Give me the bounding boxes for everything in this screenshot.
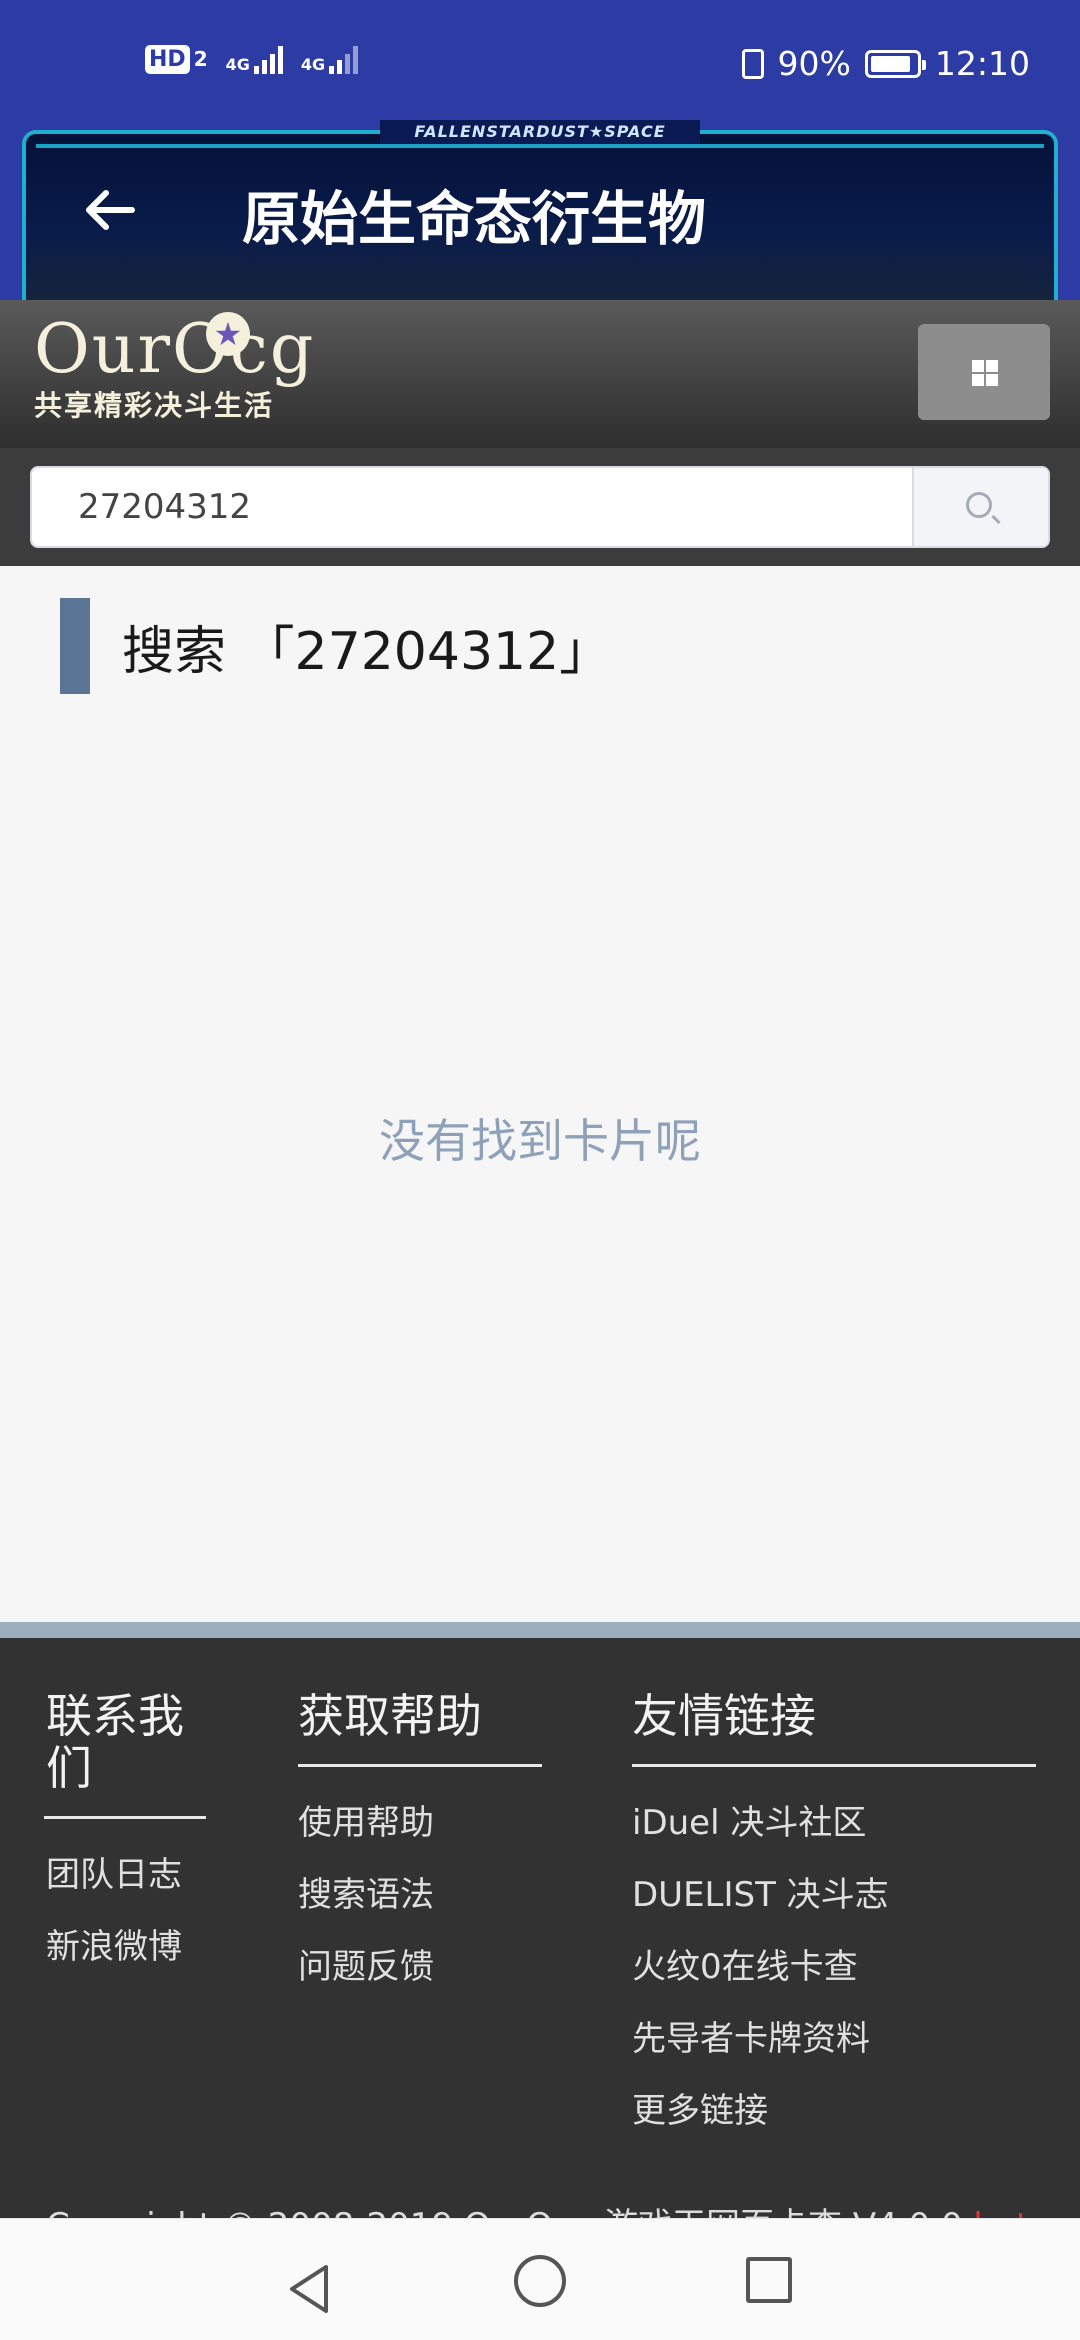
footer-underline bbox=[44, 1816, 206, 1819]
logo-tagline: 共享精彩决斗生活 bbox=[34, 389, 275, 422]
footer-underline bbox=[632, 1764, 1036, 1767]
footer-heading: 联系我们 bbox=[46, 1689, 184, 1795]
footer-link[interactable]: 团队日志 bbox=[46, 1839, 206, 1911]
footer-underline bbox=[298, 1764, 542, 1767]
menu-button[interactable] bbox=[918, 324, 1050, 420]
footer-column-help: 获取帮助 使用帮助 搜索语法 问题反馈 bbox=[298, 1690, 542, 2003]
back-arrow-icon[interactable] bbox=[80, 180, 140, 240]
footer-link[interactable]: 搜索语法 bbox=[298, 1859, 542, 1931]
empty-message: 没有找到卡片呢 bbox=[379, 1114, 701, 1168]
beta-label: beta bbox=[973, 2206, 1050, 2218]
clock: 12:10 bbox=[934, 44, 1030, 83]
grid-icon bbox=[972, 360, 998, 386]
footer-link[interactable]: 问题反馈 bbox=[298, 1931, 542, 2003]
logo-text: OurOcg bbox=[34, 310, 316, 389]
search-button[interactable] bbox=[912, 468, 1048, 546]
search-icon bbox=[966, 492, 992, 518]
results-heading: 搜索 「27204312」 bbox=[60, 598, 611, 694]
search-input[interactable] bbox=[32, 468, 912, 546]
footer-link[interactable]: DUELIST 决斗志 bbox=[632, 1859, 1036, 1931]
nav-recents-icon[interactable] bbox=[746, 2257, 792, 2303]
battery-percent: 90% bbox=[777, 44, 851, 83]
search-bar bbox=[0, 448, 1080, 566]
star-icon: ★ bbox=[206, 312, 250, 356]
footer-link[interactable]: 新浪微博 bbox=[46, 1911, 206, 1983]
status-left: HD 2 4G 4G bbox=[145, 44, 359, 74]
page-title: 原始生命态衍生物 bbox=[242, 185, 707, 253]
hd-badge: HD bbox=[145, 44, 190, 74]
heading-accent-bar bbox=[60, 598, 90, 694]
system-nav-bar bbox=[0, 2218, 1080, 2340]
nav-home-icon[interactable] bbox=[514, 2255, 566, 2307]
copyright-text: Copyright © 2008-2019 OurOcg 游戏王网页卡查 V4.… bbox=[46, 2206, 973, 2218]
copyright: Copyright © 2008-2019 OurOcg 游戏王网页卡查 V4.… bbox=[46, 2198, 1050, 2218]
search-box bbox=[30, 466, 1050, 548]
footer-link[interactable]: 先导者卡牌资料 bbox=[632, 2003, 1036, 2075]
vibrate-icon bbox=[741, 48, 764, 79]
footer-link[interactable]: iDuel 决斗社区 bbox=[632, 1787, 1036, 1859]
signal-icon-2: 4G bbox=[301, 44, 359, 74]
nav-back-icon[interactable] bbox=[280, 2259, 340, 2319]
footer-column-contact: 联系我们 团队日志 新浪微博 bbox=[44, 1689, 206, 1983]
footer-link[interactable]: 更多链接 bbox=[632, 2075, 1036, 2147]
site-logo[interactable]: OurOcg ★ 共享精彩决斗生活 bbox=[34, 310, 315, 424]
footer-column-links: 友情链接 iDuel 决斗社区 DUELIST 决斗志 火纹0在线卡查 先导者卡… bbox=[632, 1690, 1036, 2147]
footer-divider bbox=[0, 1622, 1080, 1638]
battery-icon bbox=[864, 49, 926, 78]
status-bar: HD 2 4G 4G 90% 12:10 bbox=[0, 0, 1080, 110]
status-right: 90% 12:10 bbox=[741, 44, 1030, 83]
footer-link[interactable]: 使用帮助 bbox=[298, 1787, 542, 1859]
footer: 联系我们 团队日志 新浪微博 获取帮助 使用帮助 搜索语法 问题反馈 友情链接 … bbox=[0, 1638, 1080, 2218]
brand-strip: FALLENSTARDUST★SPACE bbox=[380, 120, 700, 144]
app-header: FALLENSTARDUST★SPACE 原始生命态衍生物 bbox=[0, 110, 1080, 300]
results-title: 搜索 「27204312」 bbox=[122, 621, 612, 682]
sim-number: 2 bbox=[193, 47, 208, 71]
footer-heading: 友情链接 bbox=[632, 1689, 816, 1743]
site-header: OurOcg ★ 共享精彩决斗生活 bbox=[0, 300, 1080, 448]
footer-heading: 获取帮助 bbox=[298, 1689, 482, 1743]
signal-icon: 4G bbox=[226, 44, 283, 74]
footer-link[interactable]: 火纹0在线卡查 bbox=[632, 1931, 1036, 2003]
